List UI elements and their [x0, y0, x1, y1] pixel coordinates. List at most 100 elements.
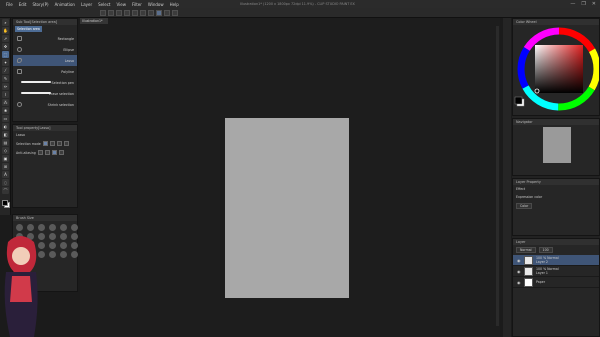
brush-size-dot[interactable] — [49, 242, 56, 249]
grid-snap-icon[interactable] — [172, 10, 178, 16]
new-icon[interactable] — [100, 10, 106, 16]
brush-size-dot[interactable] — [71, 242, 78, 249]
navigator-panel: Navigator — [512, 118, 600, 176]
rectangle-icon — [17, 36, 22, 41]
subtool-item-rectangle[interactable]: Rectangle — [13, 33, 77, 44]
close-icon[interactable]: ✕ — [592, 1, 596, 7]
brush-size-dot[interactable] — [49, 233, 56, 240]
title-bar: File Edit Story(P) Animation Layer Selec… — [0, 0, 600, 8]
brush-size-dot[interactable] — [49, 251, 56, 258]
panel-icon-strip — [503, 18, 511, 337]
menu-filter[interactable]: Filter — [132, 2, 142, 7]
add-selection-icon[interactable] — [49, 141, 55, 146]
menu-view[interactable]: View — [116, 2, 126, 7]
subtract-selection-icon[interactable] — [56, 141, 62, 146]
subtool-item-erase-selection[interactable]: Erase selection — [13, 88, 77, 99]
transform-icon[interactable] — [148, 10, 154, 16]
decoration-icon[interactable]: ❀ — [2, 107, 9, 114]
eraser-icon[interactable]: ▭ — [2, 115, 9, 122]
pencil-icon[interactable]: ✏ — [2, 83, 9, 90]
subtool-item-shrink-selection[interactable]: Shrink selection — [13, 99, 77, 110]
figure-icon[interactable]: ◇ — [2, 147, 9, 154]
visibility-eye-icon[interactable]: ◉ — [517, 280, 521, 285]
maximize-icon[interactable]: ❐ — [581, 1, 585, 7]
redo-icon[interactable] — [132, 10, 138, 16]
aa-strong-icon[interactable] — [58, 150, 64, 155]
auto-select-icon[interactable]: ✦ — [2, 59, 9, 66]
vertical-scrollbar[interactable] — [496, 26, 499, 326]
brush-size-dot[interactable] — [60, 233, 67, 240]
opacity-value[interactable]: 100 — [538, 247, 553, 253]
command-bar — [0, 8, 600, 18]
operation-icon[interactable]: ➚ — [2, 35, 9, 42]
ruler-icon[interactable]: ⊞ — [2, 163, 9, 170]
expression-color-select[interactable]: Color — [516, 203, 533, 209]
menu-help[interactable]: Help — [170, 2, 179, 7]
hand-icon[interactable]: ✋ — [2, 27, 9, 34]
subtool-item-selection-pen[interactable]: Selection pen — [13, 77, 77, 88]
menu-layer[interactable]: Layer — [81, 2, 92, 7]
aa-none-icon[interactable] — [37, 150, 43, 155]
menu-file[interactable]: File — [6, 2, 13, 7]
foreground-color-swatch[interactable] — [2, 200, 8, 206]
blend-mode-select[interactable]: Normal — [516, 247, 536, 253]
brush-size-dot[interactable] — [27, 224, 34, 231]
brush-size-dot[interactable] — [49, 224, 56, 231]
undo-icon[interactable] — [124, 10, 130, 16]
ruler-snap-icon[interactable] — [164, 10, 170, 16]
snap-icon[interactable] — [156, 10, 162, 16]
brush-size-dot[interactable] — [60, 242, 67, 249]
brush-icon[interactable]: ⌇ — [2, 91, 9, 98]
selection-icon[interactable]: ⬚ — [2, 51, 9, 58]
new-selection-icon[interactable] — [42, 141, 48, 146]
frame-icon[interactable]: ▣ — [2, 155, 9, 162]
menu-animation[interactable]: Animation — [55, 2, 75, 7]
brush-size-dot[interactable] — [60, 224, 67, 231]
subtool-tab[interactable]: Selection area — [15, 26, 42, 32]
magnifier-icon[interactable]: ⌕ — [2, 19, 9, 26]
visibility-eye-icon[interactable]: ◉ — [517, 258, 521, 263]
subtool-item-lasso[interactable]: Lasso — [13, 55, 77, 66]
layer-row[interactable]: ◉ 100 % Normal Layer 1 — [513, 266, 599, 277]
color-wheel[interactable] — [513, 25, 600, 115]
layer-row[interactable]: ◉ 100 % Normal Layer 2 — [513, 255, 599, 266]
visibility-eye-icon[interactable]: ◉ — [517, 269, 521, 274]
correct-line-icon[interactable]: ⌒ — [2, 187, 9, 194]
eyedropper-icon[interactable]: ⁄ — [2, 67, 9, 74]
blend-icon[interactable]: ◐ — [2, 123, 9, 130]
aa-weak-icon[interactable] — [44, 150, 50, 155]
menu-story[interactable]: Story(P) — [32, 2, 48, 7]
navigator-header: Navigator — [513, 119, 599, 125]
pen-icon[interactable]: ✎ — [2, 75, 9, 82]
brush-size-dot[interactable] — [71, 233, 78, 240]
document-tab[interactable]: Illustration1* — [80, 18, 108, 24]
brush-size-dot[interactable] — [16, 224, 23, 231]
gradient-icon[interactable]: ▤ — [2, 139, 9, 146]
navigator-preview[interactable] — [543, 127, 571, 163]
balloon-icon[interactable]: ◌ — [2, 179, 9, 186]
canvas-paper[interactable] — [225, 118, 349, 298]
color-wheel-panel: Color Wheel — [512, 18, 600, 116]
brush-size-dot[interactable] — [60, 251, 67, 258]
lasso-icon — [17, 58, 22, 63]
open-icon[interactable] — [108, 10, 114, 16]
subtool-item-polyline[interactable]: Polyline — [13, 66, 77, 77]
layer-row[interactable]: ◉ Paper — [513, 277, 599, 288]
main-color-swatch[interactable] — [514, 96, 523, 105]
clear-icon[interactable] — [140, 10, 146, 16]
airbrush-icon[interactable]: ⁂ — [2, 99, 9, 106]
move-layer-icon[interactable]: ✥ — [2, 43, 9, 50]
brush-size-dot[interactable] — [38, 224, 45, 231]
text-icon[interactable]: A — [2, 171, 9, 178]
brush-size-dot[interactable] — [71, 251, 78, 258]
menu-select[interactable]: Select — [98, 2, 110, 7]
minimize-icon[interactable]: — — [570, 1, 575, 7]
fill-icon[interactable]: ◧ — [2, 131, 9, 138]
intersect-selection-icon[interactable] — [63, 141, 69, 146]
subtool-item-ellipse[interactable]: Ellipse — [13, 44, 77, 55]
menu-edit[interactable]: Edit — [19, 2, 27, 7]
save-icon[interactable] — [116, 10, 122, 16]
aa-mid-icon[interactable] — [51, 150, 57, 155]
menu-window[interactable]: Window — [148, 2, 164, 7]
brush-size-dot[interactable] — [71, 224, 78, 231]
